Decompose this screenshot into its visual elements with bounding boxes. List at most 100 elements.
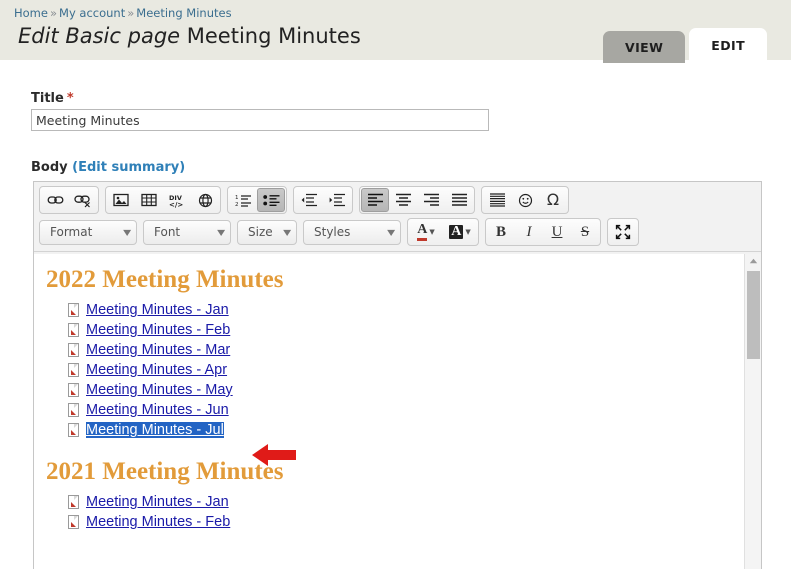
unlink-icon[interactable] bbox=[69, 188, 97, 212]
list-item-selected[interactable]: Meeting Minutes - Jul bbox=[68, 420, 761, 440]
list-item[interactable]: Meeting Minutes - Feb bbox=[68, 512, 761, 532]
scrollbar-thumb[interactable] bbox=[747, 271, 760, 359]
align-justify-icon[interactable] bbox=[445, 188, 473, 212]
editor-toolbar: DIV </> 1 2 Ω Format ▼ Font ▼ Size ▼ Sty… bbox=[34, 182, 761, 252]
font-select[interactable]: Font ▼ bbox=[143, 219, 231, 245]
background-color-icon[interactable]: A ▼ bbox=[443, 220, 477, 244]
toolbar-row-2: Format ▼ Font ▼ Size ▼ Styles ▼ A ▼ A ▼ … bbox=[39, 218, 756, 246]
editor-document: 2022 Meeting Minutes Meeting Minutes - J… bbox=[34, 254, 761, 532]
document-link[interactable]: Meeting Minutes - Jan bbox=[86, 302, 229, 318]
toolbar-group-lists: 1 2 bbox=[227, 186, 287, 214]
link-icon[interactable] bbox=[41, 188, 69, 212]
document-link[interactable]: Meeting Minutes - Apr bbox=[86, 362, 227, 378]
list-item[interactable]: Meeting Minutes - May bbox=[68, 380, 761, 400]
increase-indent-icon[interactable] bbox=[323, 188, 351, 212]
list-item[interactable]: Meeting Minutes - Apr bbox=[68, 360, 761, 380]
chevron-down-icon: ▼ bbox=[465, 227, 471, 236]
toolbar-group-links bbox=[39, 186, 99, 214]
list-item[interactable]: Meeting Minutes - Jan bbox=[68, 300, 761, 320]
svg-text:</>: </> bbox=[169, 201, 183, 208]
toolbar-group-align bbox=[359, 186, 475, 214]
tab-view[interactable]: VIEW bbox=[603, 31, 686, 63]
title-label-text: Title bbox=[31, 91, 64, 106]
editor-content-area[interactable]: 2022 Meeting Minutes Meeting Minutes - J… bbox=[34, 254, 761, 569]
tab-edit[interactable]: EDIT bbox=[689, 28, 767, 63]
table-icon[interactable] bbox=[135, 188, 163, 212]
toolbar-group-colors: A ▼ A ▼ bbox=[407, 218, 479, 246]
breadcrumb-separator-1: » bbox=[49, 6, 58, 20]
chevron-down-icon: ▼ bbox=[216, 227, 225, 237]
align-center-icon[interactable] bbox=[389, 188, 417, 212]
format-select-value: Format bbox=[50, 225, 93, 239]
chevron-down-icon: ▼ bbox=[282, 227, 291, 237]
document-link[interactable]: Meeting Minutes - Mar bbox=[86, 342, 230, 358]
format-select[interactable]: Format ▼ bbox=[39, 219, 137, 245]
page-title-name: Meeting Minutes bbox=[186, 24, 361, 48]
breadcrumb: Home» My account» Meeting Minutes bbox=[14, 6, 232, 20]
document-link[interactable]: Meeting Minutes - Jun bbox=[86, 402, 229, 418]
text-color-icon[interactable]: A ▼ bbox=[409, 220, 443, 244]
editor-scrollbar[interactable] bbox=[744, 254, 761, 569]
svg-text:2: 2 bbox=[235, 202, 239, 207]
align-left-icon[interactable] bbox=[361, 188, 389, 212]
section-2021: 2021 Meeting Minutes Meeting Minutes - J… bbox=[42, 458, 761, 532]
title-field-label: Title * bbox=[31, 91, 74, 106]
document-link[interactable]: Meeting Minutes - Feb bbox=[86, 322, 230, 338]
breadcrumb-item-meeting-minutes[interactable]: Meeting Minutes bbox=[136, 6, 231, 20]
underline-glyph: U bbox=[551, 223, 563, 240]
document-icon bbox=[68, 343, 79, 357]
list-item[interactable]: Meeting Minutes - Jan bbox=[68, 492, 761, 512]
size-select[interactable]: Size ▼ bbox=[237, 219, 297, 245]
breadcrumb-item-home[interactable]: Home bbox=[14, 6, 48, 20]
maximize-icon[interactable] bbox=[609, 220, 637, 244]
toolbar-group-maximize bbox=[607, 218, 639, 246]
document-icon bbox=[68, 495, 79, 509]
bold-glyph: B bbox=[495, 223, 506, 240]
section-heading: 2022 Meeting Minutes bbox=[46, 266, 284, 293]
styles-select-value: Styles bbox=[314, 225, 351, 239]
italic-glyph: I bbox=[526, 223, 532, 240]
toolbar-group-indent bbox=[293, 186, 353, 214]
text-color-letter: A bbox=[417, 223, 428, 241]
size-select-value: Size bbox=[248, 225, 273, 239]
title-input[interactable] bbox=[31, 109, 489, 131]
bold-button[interactable]: B bbox=[487, 220, 515, 244]
chevron-down-icon: ▼ bbox=[386, 227, 395, 237]
decrease-indent-icon[interactable] bbox=[295, 188, 323, 212]
list-item[interactable]: Meeting Minutes - Feb bbox=[68, 320, 761, 340]
document-icon bbox=[68, 423, 79, 437]
italic-button[interactable]: I bbox=[515, 220, 543, 244]
document-link-list: Meeting Minutes - Jan Meeting Minutes - … bbox=[42, 300, 761, 440]
font-select-value: Font bbox=[154, 225, 181, 239]
page-title: Edit Basic page Meeting Minutes bbox=[18, 24, 361, 48]
toolbar-group-misc: Ω bbox=[481, 186, 569, 214]
image-icon[interactable] bbox=[107, 188, 135, 212]
document-icon bbox=[68, 363, 79, 377]
document-link[interactable]: Meeting Minutes - May bbox=[86, 382, 233, 398]
align-right-icon[interactable] bbox=[417, 188, 445, 212]
div-container-icon[interactable]: DIV </> bbox=[163, 188, 191, 212]
list-item[interactable]: Meeting Minutes - Mar bbox=[68, 340, 761, 360]
breadcrumb-item-my-account[interactable]: My account bbox=[59, 6, 125, 20]
list-item[interactable]: Meeting Minutes - Jun bbox=[68, 400, 761, 420]
document-link[interactable]: Meeting Minutes - Feb bbox=[86, 514, 230, 530]
toolbar-group-text-style: B I U S bbox=[485, 218, 601, 246]
numbered-list-icon[interactable]: 1 2 bbox=[229, 188, 257, 212]
document-link[interactable]: Meeting Minutes - Jan bbox=[86, 494, 229, 510]
document-link-selected[interactable]: Meeting Minutes - Jul bbox=[86, 422, 224, 438]
toolbar-row-1: DIV </> 1 2 Ω bbox=[39, 186, 756, 214]
styles-select[interactable]: Styles ▼ bbox=[303, 219, 401, 245]
smiley-icon[interactable] bbox=[511, 188, 539, 212]
horizontal-rule-icon[interactable] bbox=[483, 188, 511, 212]
bulleted-list-icon[interactable] bbox=[257, 188, 285, 212]
special-character-icon[interactable]: Ω bbox=[539, 188, 567, 212]
page-title-prefix: Edit Basic page bbox=[18, 24, 181, 48]
scroll-up-arrow-icon[interactable] bbox=[745, 254, 761, 268]
edit-summary-link[interactable]: (Edit summary) bbox=[72, 160, 185, 175]
underline-button[interactable]: U bbox=[543, 220, 571, 244]
globe-icon[interactable] bbox=[191, 188, 219, 212]
chevron-down-icon: ▼ bbox=[122, 227, 131, 237]
rich-text-editor: DIV </> 1 2 Ω Format ▼ Font ▼ Size ▼ Sty… bbox=[33, 181, 762, 569]
strikethrough-button[interactable]: S bbox=[571, 220, 599, 244]
